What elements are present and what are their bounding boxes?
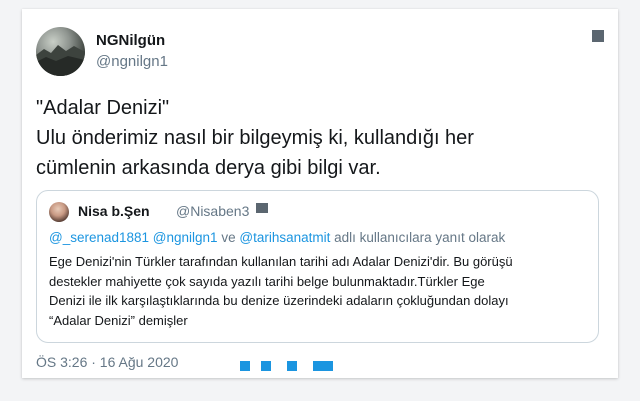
author-handle[interactable]: @ngnilgn1 xyxy=(96,53,168,70)
reply-context: @_serenad1881 @ngnilgn1 ve @tarihsanatmi… xyxy=(49,230,505,245)
quoted-author-handle[interactable]: @Nisaben3 xyxy=(176,203,249,219)
reply-connector: ve xyxy=(221,230,236,245)
author-avatar[interactable] xyxy=(36,27,85,76)
mention-link[interactable]: @ngnilgn1 xyxy=(153,230,218,245)
quoted-text-line: destekler mahiyette çok sayıda yazılı ta… xyxy=(49,273,485,289)
quoted-text-line: “Adalar Denizi” demişler xyxy=(49,312,188,328)
mention-link[interactable]: @_serenad1881 xyxy=(49,230,149,245)
tweet-card: NGNilgün @ngnilgn1 "Adalar Denizi" Ulu ö… xyxy=(22,9,618,378)
retweet-icon[interactable] xyxy=(261,361,271,371)
tweet-text-line: Ulu önderimiz nasıl bir bilgeymiş ki, ku… xyxy=(36,127,474,149)
reply-icon[interactable] xyxy=(240,361,250,371)
tweet-text-line: "Adalar Denizi" xyxy=(36,97,170,119)
more-options-icon[interactable] xyxy=(592,30,604,42)
quoted-text-line: Ege Denizi'nin Türkler tarafından kullan… xyxy=(49,254,513,269)
quoted-tweet-text: Ege Denizi'nin Türkler tarafından kullan… xyxy=(49,252,594,330)
share-icon[interactable] xyxy=(313,361,333,371)
author-display-name[interactable]: NGNilgün xyxy=(96,32,165,49)
quoted-tweet[interactable]: Nisa b.Şen @Nisaben3 @_serenad1881 @ngni… xyxy=(36,190,599,343)
verified-icon xyxy=(256,203,268,213)
like-icon[interactable] xyxy=(287,361,297,371)
tweet-timestamp[interactable]: ÖS 3:26 · 16 Ağu 2020 xyxy=(36,354,178,370)
tweet-text: "Adalar Denizi" Ulu önderimiz nasıl bir … xyxy=(36,93,596,183)
quoted-author-avatar[interactable] xyxy=(49,202,69,222)
reply-suffix: adlı kullanıcılara yanıt olarak xyxy=(334,230,506,245)
quoted-text-line: Denizi ile ilk karşılaştıklarında bu den… xyxy=(49,293,509,308)
quoted-author-display-name[interactable]: Nisa b.Şen xyxy=(78,203,150,219)
tweet-text-line: cümlenin arkasında derya gibi bilgi var. xyxy=(36,157,381,179)
mention-link[interactable]: @tarihsanatmit xyxy=(239,230,330,245)
